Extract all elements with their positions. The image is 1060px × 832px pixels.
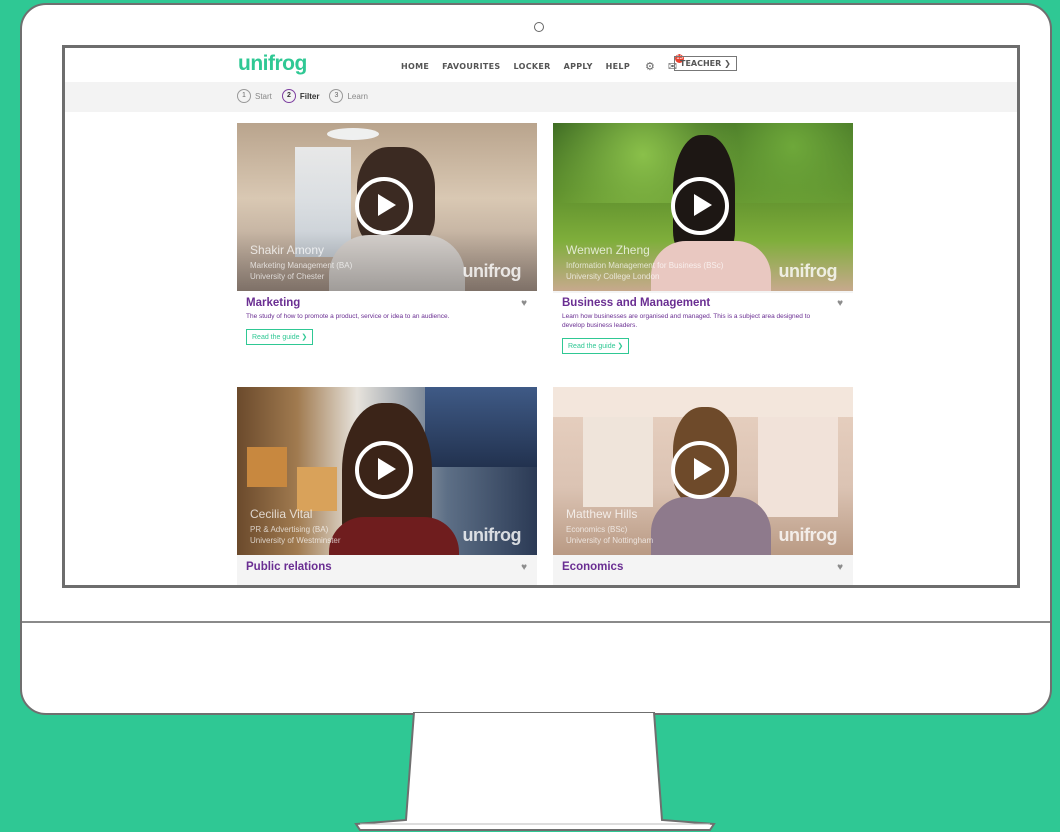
heart-icon[interactable]: ♥ — [521, 562, 527, 573]
read-guide-button[interactable]: Read the guide ❯ — [246, 329, 314, 345]
play-icon[interactable] — [355, 441, 413, 499]
unifrog-watermark: unifrog — [778, 525, 838, 545]
card-description: The study of how to promote a product, s… — [246, 313, 450, 320]
video-person-name: Cecilia Vital — [250, 507, 313, 521]
main-nav: HOME FAVOURITES LOCKER APPLY HELP ⚙ ✉ 13 — [401, 54, 685, 73]
screen: unifrog HOME FAVOURITES LOCKER APPLY HEL… — [62, 45, 1020, 588]
unifrog-watermark: unifrog — [778, 261, 838, 281]
video-thumbnail[interactable]: Matthew Hills Economics (BSc) University … — [553, 387, 853, 555]
unifrog-watermark: unifrog — [462, 525, 522, 545]
play-icon[interactable] — [671, 441, 729, 499]
heart-icon[interactable]: ♥ — [837, 562, 843, 573]
video-person-info: Information Management for Business (BSc… — [566, 261, 724, 281]
step-number: 2 — [281, 89, 296, 103]
video-person-name: Matthew Hills — [566, 507, 638, 521]
read-guide-button[interactable]: Read the guide ❯ — [562, 338, 630, 354]
play-icon[interactable] — [355, 177, 413, 235]
subject-card-public-relations: Cecilia Vital PR & Advertising (BA) Unive… — [237, 387, 537, 585]
monitor-frame: unifrog HOME FAVOURITES LOCKER APPLY HEL… — [20, 3, 1052, 715]
video-person-name: Wenwen Zheng — [566, 243, 650, 257]
site-header: unifrog HOME FAVOURITES LOCKER APPLY HEL… — [65, 48, 1017, 82]
nav-locker[interactable]: LOCKER — [514, 62, 551, 71]
card-title[interactable]: Marketing — [246, 297, 528, 309]
video-person-name: Shakir Amony — [250, 243, 325, 257]
step-indicator: 1 Start 2 Filter 3 Learn — [237, 89, 368, 103]
card-body: Marketing ♥ The study of how to promote … — [237, 291, 537, 353]
subject-card-marketing: Shakir Amony Marketing Management (BA) Un… — [237, 123, 537, 345]
steps-bar: 1 Start 2 Filter 3 Learn — [65, 82, 1017, 112]
nav-favourites[interactable]: FAVOURITES — [442, 62, 500, 71]
card-title[interactable]: Public relations — [246, 561, 528, 573]
video-person-info: Marketing Management (BA) University of C… — [250, 261, 353, 281]
step-start[interactable]: 1 Start — [237, 89, 272, 103]
card-body: Economics ♥ — [553, 555, 853, 581]
gear-icon[interactable]: ⚙ — [645, 60, 655, 73]
unifrog-logo[interactable]: unifrog — [238, 52, 307, 76]
monitor-stand — [354, 712, 716, 831]
nav-apply[interactable]: APPLY — [564, 62, 593, 71]
video-person-info: Economics (BSc) University of Nottingham — [566, 525, 654, 545]
step-label: Filter — [299, 91, 320, 101]
camera-dot — [534, 22, 544, 32]
video-thumbnail[interactable]: Cecilia Vital PR & Advertising (BA) Unive… — [237, 387, 537, 555]
video-thumbnail[interactable]: Shakir Amony Marketing Management (BA) Un… — [237, 123, 537, 291]
subject-card-business: Wenwen Zheng Information Management for … — [553, 123, 853, 354]
step-number: 1 — [237, 89, 251, 103]
nav-home[interactable]: HOME — [401, 62, 429, 71]
nav-help[interactable]: HELP — [606, 62, 630, 71]
card-body: Public relations ♥ — [237, 555, 537, 581]
video-person-info: PR & Advertising (BA) University of Westm… — [250, 525, 341, 545]
card-body: Business and Management ♥ Learn how busi… — [553, 291, 853, 362]
card-title[interactable]: Economics — [562, 561, 844, 573]
step-number: 3 — [329, 89, 344, 103]
step-learn[interactable]: 3 Learn — [329, 89, 368, 103]
card-description: Learn how businesses are organised and m… — [562, 313, 811, 329]
step-label: Learn — [347, 91, 368, 101]
step-filter[interactable]: 2 Filter — [281, 89, 320, 103]
play-icon[interactable] — [671, 177, 729, 235]
card-title[interactable]: Business and Management — [562, 297, 844, 309]
subject-card-economics: Matthew Hills Economics (BSc) University … — [553, 387, 853, 585]
step-label: Start — [255, 91, 272, 101]
heart-icon[interactable]: ♥ — [837, 298, 843, 309]
heart-icon[interactable]: ♥ — [521, 298, 527, 309]
monitor-chin-divider — [22, 621, 1050, 623]
video-thumbnail[interactable]: Wenwen Zheng Information Management for … — [553, 123, 853, 291]
unifrog-watermark: unifrog — [462, 261, 522, 281]
teacher-button[interactable]: TEACHER ❯ — [674, 56, 737, 71]
